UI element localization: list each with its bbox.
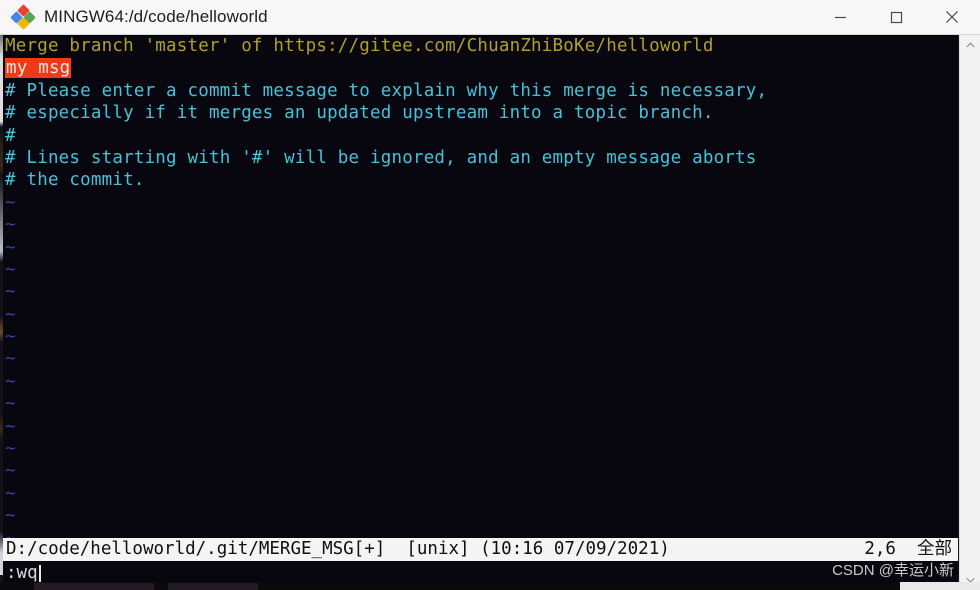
background-taskbar-edge [0,582,980,590]
status-file-info: D:/code/helloworld/.git/MERGE_MSG[+] [un… [6,539,670,559]
empty-line-tilde: ~ [5,237,16,258]
status-position: 2,6 全部 [864,539,952,559]
buffer-line: # Lines starting with '#' will be ignore… [5,147,757,168]
text-cursor [38,564,41,582]
buffer-line: my msg [3,57,767,79]
buffer-line: # especially if it merges an updated ups… [5,103,714,124]
maximize-button[interactable] [868,0,924,35]
highlighted-commit-message: my msg [5,58,72,79]
csdn-watermark: CSDN @幸运小新 [832,562,954,579]
empty-line-tilde: ~ [5,192,16,213]
buffer-line: # [5,125,16,146]
title-bar[interactable]: MINGW64:/d/code/helloworld [0,0,980,35]
minimize-button[interactable] [812,0,868,35]
empty-line-tilde: ~ [5,439,16,460]
empty-line-tilde: ~ [5,394,16,415]
empty-line-tilde: ~ [5,327,16,348]
close-button[interactable] [924,0,980,35]
empty-line-tilde: ~ [5,506,16,527]
background-window-sliver-2 [168,583,258,590]
background-window-sliver-1 [34,583,154,590]
window-controls [812,0,980,35]
window-title: MINGW64:/d/code/helloworld [44,7,268,26]
empty-line-tilde: ~ [5,416,16,437]
buffer-line: Merge branch 'master' of https://gitee.c… [5,36,714,56]
git-bash-diamonds-icon [10,4,36,30]
empty-line-tilde: ~ [5,349,16,370]
empty-line-tilde: ~ [5,304,16,325]
application-window: MINGW64:/d/code/helloworld Merge branch … [0,0,980,590]
empty-line-tilde: ~ [5,282,16,303]
scroll-up-arrow-icon[interactable] [960,35,980,55]
vertical-scrollbar[interactable] [959,35,980,590]
empty-line-tilde: ~ [5,259,16,280]
background-strip [900,582,980,590]
buffer-line: # the commit. [5,170,145,191]
empty-line-tilde: ~ [5,461,16,482]
empty-line-tilde: ~ [5,483,16,504]
empty-line-tilde: ~ [5,215,16,236]
vim-buffer: Merge branch 'master' of https://gitee.c… [3,35,767,550]
terminal-viewport[interactable]: Merge branch 'master' of https://gitee.c… [3,35,958,575]
empty-line-tilde: ~ [5,371,16,392]
vim-status-line: D:/code/helloworld/.git/MERGE_MSG[+] [un… [3,538,958,561]
scrollbar-track[interactable] [960,55,980,570]
buffer-line: # Please enter a commit message to expla… [5,80,768,101]
